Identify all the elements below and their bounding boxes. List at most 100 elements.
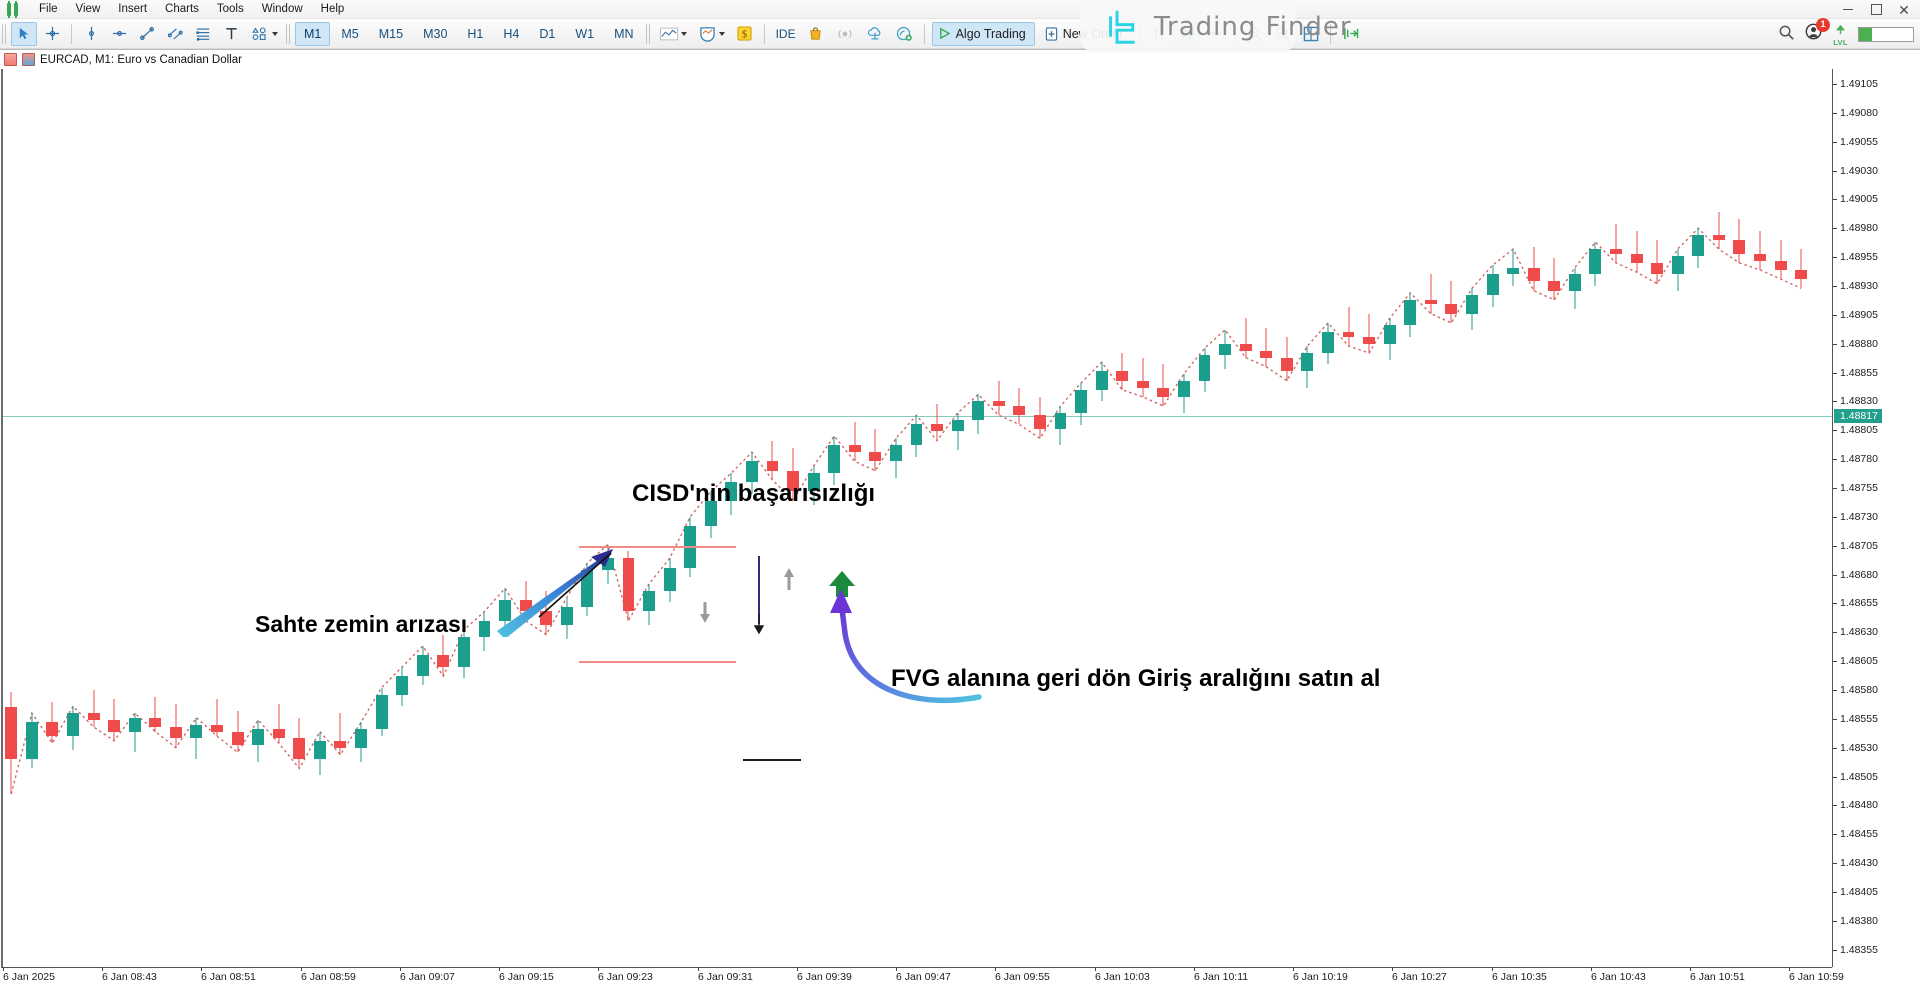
toolbar-grip-3[interactable] (645, 23, 650, 44)
chevron-down-icon-charttype[interactable] (680, 31, 687, 36)
timeframe-h4[interactable]: H4 (494, 22, 528, 46)
candle (622, 551, 635, 621)
candle (313, 731, 326, 776)
close-button[interactable]: ✕ (1890, 0, 1918, 19)
timeframe-w1[interactable]: W1 (566, 22, 603, 46)
timeframe-m30[interactable]: M30 (414, 22, 456, 46)
search-icon[interactable] (1778, 24, 1795, 46)
toolbar-grip-2[interactable] (286, 23, 290, 44)
candle (1177, 373, 1190, 413)
time-tick: 6 Jan 09:15 (499, 967, 554, 983)
price-tick: 1.48830 (1833, 395, 1878, 407)
market-bag-icon[interactable] (803, 22, 829, 46)
candle (889, 438, 902, 478)
indicators-icon[interactable] (694, 22, 730, 46)
price-tick: 1.49080 (1833, 107, 1878, 119)
candle (1219, 329, 1232, 370)
chevron-down-icon-indicators[interactable] (718, 31, 725, 36)
candle (437, 634, 450, 677)
fibonacci-icon[interactable] (190, 22, 216, 46)
window-controls: ✕ (1834, 0, 1918, 19)
copy-signal-icon[interactable] (891, 22, 918, 46)
price-plot[interactable]: Sahte zemin arızası CISD'nin başarısızlı… (1, 69, 1832, 967)
time-tick: 6 Jan 09:31 (698, 967, 753, 983)
watermark-brand: Trading Finder (1154, 11, 1352, 42)
candle (1054, 406, 1067, 446)
price-tick: 1.49005 (1833, 193, 1878, 205)
horizontal-line-icon[interactable] (106, 22, 132, 46)
price-tick: 1.48505 (1833, 771, 1878, 783)
menu-item-window[interactable]: Window (253, 0, 312, 19)
candle (1548, 258, 1561, 300)
candle (1589, 242, 1602, 286)
account-icon[interactable]: 1 (1805, 18, 1830, 46)
line-chart-icon[interactable] (655, 22, 692, 46)
lvl-icon[interactable]: LVL (1833, 23, 1848, 47)
ide-button[interactable]: IDE (771, 22, 801, 46)
maximize-button[interactable] (1862, 0, 1890, 19)
price-tick: 1.48755 (1833, 482, 1878, 494)
candle (1321, 322, 1334, 365)
menu-item-file[interactable]: File (30, 0, 67, 19)
price-tick: 1.48430 (1833, 857, 1878, 869)
time-tick: 6 Jan 09:07 (400, 967, 455, 983)
algo-trading-button[interactable]: Algo Trading (931, 21, 1035, 46)
cisd-down-arrow-icon (753, 614, 765, 635)
time-axis[interactable]: 6 Jan 2025 6 Jan 08:43 6 Jan 08:51 6 Jan 08… (1, 967, 1844, 996)
timeframe-h1[interactable]: H1 (458, 22, 492, 46)
candle (1404, 292, 1417, 337)
candle (663, 558, 676, 603)
cursor-icon[interactable] (11, 21, 37, 46)
timeframe-mn[interactable]: MN (605, 22, 642, 46)
menu-item-charts[interactable]: Charts (156, 0, 208, 19)
vps-cloud-icon[interactable] (861, 22, 889, 46)
candle (1157, 364, 1170, 407)
timeframe-d1[interactable]: D1 (530, 22, 564, 46)
menu-item-view[interactable]: View (67, 0, 110, 19)
timeframe-m15[interactable]: M15 (370, 22, 412, 46)
candle (1466, 288, 1478, 330)
crosshair-icon[interactable] (39, 22, 65, 46)
dollar-icon[interactable]: $ (732, 22, 758, 46)
candle (848, 422, 861, 462)
menu-item-tools[interactable]: Tools (208, 0, 253, 19)
level-support-low (743, 759, 801, 762)
candle (355, 722, 367, 762)
candle (87, 689, 100, 727)
text-icon[interactable] (218, 22, 244, 46)
candle (1095, 362, 1108, 402)
minimize-button[interactable] (1834, 0, 1862, 19)
chart-panel[interactable]: EURCAD, M1: Euro vs Canadian Dollar Saht… (0, 49, 1920, 996)
candle (67, 706, 79, 750)
signals-icon[interactable] (831, 22, 859, 46)
vertical-line-icon[interactable] (78, 22, 104, 46)
candle (1383, 318, 1396, 360)
time-tick: 6 Jan 09:55 (995, 967, 1050, 983)
candle (1795, 249, 1808, 289)
candle (1610, 223, 1622, 263)
channel-icon[interactable] (162, 22, 188, 46)
menu-item-insert[interactable]: Insert (109, 0, 156, 19)
account-badge: 1 (1816, 18, 1830, 33)
timeframe-m5[interactable]: M5 (332, 22, 367, 46)
play-icon (939, 27, 951, 40)
shapes-icon[interactable] (246, 22, 283, 46)
candle (1651, 239, 1664, 284)
timeframe-m1[interactable]: M1 (295, 21, 331, 46)
chevron-down-icon[interactable] (272, 31, 278, 36)
candle (1033, 396, 1046, 439)
metatrader-window: File View Insert Charts Tools Window Hel… (0, 0, 1920, 996)
candle (992, 380, 1005, 416)
toolbar-divider (71, 23, 72, 44)
toolbar-grip[interactable] (2, 23, 6, 44)
menu-item-help[interactable]: Help (312, 0, 354, 19)
time-tick: 6 Jan 10:51 (1690, 967, 1745, 983)
price-tick: 1.48905 (1833, 309, 1878, 321)
candle (5, 692, 18, 794)
trendline-icon[interactable] (134, 22, 160, 46)
candle (1363, 313, 1376, 353)
price-tick: 1.48405 (1833, 886, 1878, 898)
price-axis[interactable]: 1.49105 1.49080 1.49055 1.49030 1.49005 1.489… (1832, 69, 1920, 967)
time-tick: 6 Jan 09:39 (797, 967, 852, 983)
toolbar-right-controls: 1 LVL (1778, 18, 1914, 47)
